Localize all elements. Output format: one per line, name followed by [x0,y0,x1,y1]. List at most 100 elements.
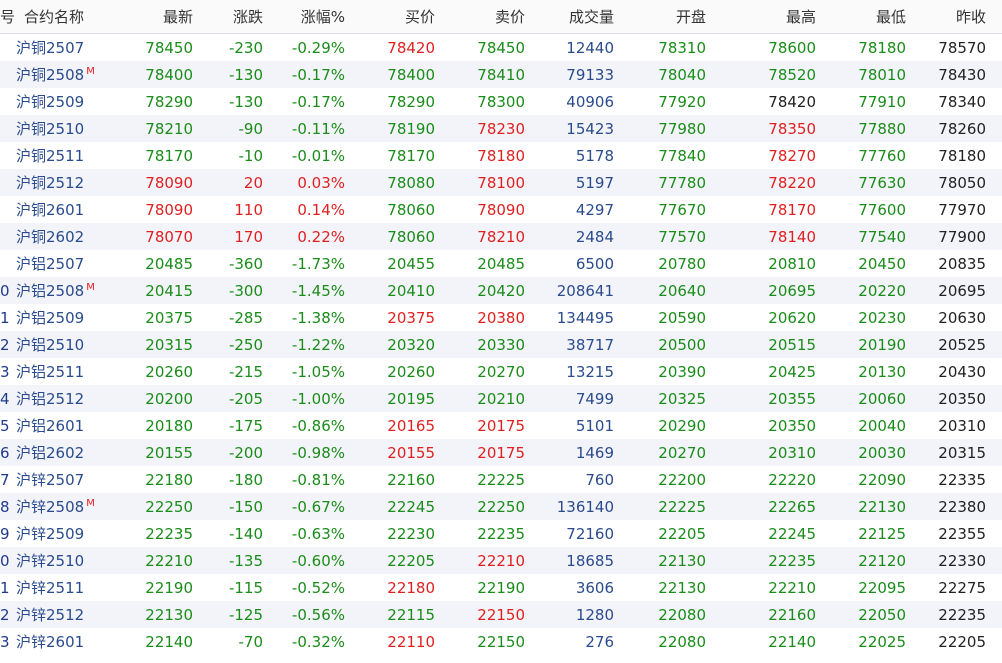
contract-name-text: 沪铜2511 [16,147,85,165]
cell-contract-name[interactable]: 沪铜2602 [14,226,118,247]
table-row[interactable]: 5 沪铝2601 20180 -175 -0.86% 20165 20175 5101 2029… [0,412,1002,439]
cell-change: -230 [228,38,263,57]
cell-row-number: 1 [0,578,10,597]
cell-bid: 78060 [387,200,435,219]
cell-contract-name[interactable]: 沪铜2512 [14,172,118,193]
cell-contract-name[interactable]: 沪铜2511 [14,145,118,166]
cell-contract-name[interactable]: 沪铜2601 [14,199,118,220]
cell-low: 22125 [858,524,906,543]
cell-last: 20260 [145,362,193,381]
cell-last: 20485 [145,254,193,273]
table-row[interactable]: 沪铜2508 M 78400 -130 -0.17% 78400 78410 79133 780… [0,61,1002,88]
cell-high: 20310 [768,443,816,462]
cell-change: -360 [228,254,263,273]
table-row[interactable]: 沪铝2507 20485 -360 -1.73% 20455 20485 6500 20780… [0,250,1002,277]
table-row[interactable]: 沪铜2510 78210 -90 -0.11% 78190 78230 15423 77980… [0,115,1002,142]
col-header-bid[interactable]: 买价 [345,6,435,27]
cell-contract-name[interactable]: 沪锌2511 [14,577,118,598]
cell-high: 22210 [768,578,816,597]
cell-volume: 18685 [566,551,614,570]
cell-contract-name[interactable]: 沪铜2507 [14,37,118,58]
cell-volume: 4297 [575,200,614,219]
cell-contract-name[interactable]: 沪铜2508 M [14,64,118,85]
cell-last: 22180 [145,470,193,489]
cell-ask: 78100 [477,173,525,192]
cell-volume: 13215 [566,362,614,381]
table-row[interactable]: 沪铜2509 78290 -130 -0.17% 78290 78300 40906 7792… [0,88,1002,115]
cell-change: -250 [228,335,263,354]
cell-low: 22095 [858,578,906,597]
cell-contract-name[interactable]: 沪锌2510 [14,550,118,571]
col-header-prev-close[interactable]: 昨收 [906,6,986,27]
table-row[interactable]: 2 沪锌2512 22130 -125 -0.56% 22115 22150 1280 2208… [0,601,1002,628]
col-header-open[interactable]: 开盘 [614,6,706,27]
cell-contract-name[interactable]: 沪铝2512 [14,388,118,409]
cell-last: 78090 [145,200,193,219]
table-row[interactable]: 1 沪锌2511 22190 -115 -0.52% 22180 22190 3606 2213… [0,574,1002,601]
cell-contract-name[interactable]: 沪锌2507 [14,469,118,490]
table-row[interactable]: 1 沪铝2509 20375 -285 -1.38% 20375 20380 134495 20… [0,304,1002,331]
cell-ask: 78410 [477,65,525,84]
table-row[interactable]: 0 沪铝2508 M 20415 -300 -1.45% 20410 20420 208641 2… [0,277,1002,304]
table-row[interactable]: 0 沪锌2510 22210 -135 -0.60% 22205 22210 18685 221… [0,547,1002,574]
table-row[interactable]: 9 沪锌2509 22235 -140 -0.63% 22230 22235 72160 222… [0,520,1002,547]
cell-change: -300 [228,281,263,300]
cell-change: -125 [228,605,263,624]
table-row[interactable]: 3 沪锌2601 22140 -70 -0.32% 22110 22150 276 22080 2… [0,628,1002,655]
table-row[interactable]: 6 沪铝2602 20155 -200 -0.98% 20155 20175 1469 2027… [0,439,1002,466]
cell-last: 20315 [145,335,193,354]
cell-low: 77910 [858,92,906,111]
cell-change: -130 [228,92,263,111]
cell-contract-name[interactable]: 沪铜2510 [14,118,118,139]
cell-row-number: 3 [0,632,10,651]
cell-open: 22225 [658,497,706,516]
cell-last: 22130 [145,605,193,624]
col-header-low[interactable]: 最低 [816,6,906,27]
cell-contract-name[interactable]: 沪铝2510 [14,334,118,355]
cell-change: -150 [228,497,263,516]
col-header-no[interactable]: 号 [0,6,14,27]
cell-bid: 22160 [387,470,435,489]
table-row[interactable]: 沪铜2511 78170 -10 -0.01% 78170 78180 5178 77840 7… [0,142,1002,169]
table-row[interactable]: 3 沪铝2511 20260 -215 -1.05% 20260 20270 13215 203… [0,358,1002,385]
cell-contract-name[interactable]: 沪锌2512 [14,604,118,625]
table-row[interactable]: 8 沪锌2508 M 22250 -150 -0.67% 22245 22250 136140 2… [0,493,1002,520]
col-header-high[interactable]: 最高 [706,6,816,27]
table-row[interactable]: 沪铜2507 78450 -230 -0.29% 78420 78450 12440 7831… [0,34,1002,61]
cell-contract-name[interactable]: 沪铝2507 [14,253,118,274]
cell-contract-name[interactable]: 沪铝2511 [14,361,118,382]
cell-change-pct: -0.63% [291,524,345,543]
table-row[interactable]: 2 沪铝2510 20315 -250 -1.22% 20320 20330 38717 205… [0,331,1002,358]
cell-volume: 12440 [566,38,614,57]
cell-last: 20375 [145,308,193,327]
cell-contract-name[interactable]: 沪锌2509 [14,523,118,544]
cell-change-pct: -0.60% [291,551,345,570]
col-header-name[interactable]: 合约名称 [14,6,118,27]
cell-volume: 5197 [575,173,614,192]
cell-contract-name[interactable]: 沪锌2601 [14,631,118,652]
table-row[interactable]: 沪铜2602 78070 170 0.22% 78060 78210 2484 77570 78… [0,223,1002,250]
cell-contract-name[interactable]: 沪铝2602 [14,442,118,463]
cell-last: 78450 [145,38,193,57]
col-header-volume[interactable]: 成交量 [525,6,614,27]
cell-contract-name[interactable]: 沪铝2509 [14,307,118,328]
table-row[interactable]: 4 沪铝2512 20200 -205 -1.00% 20195 20210 7499 2032… [0,385,1002,412]
cell-low: 22130 [858,497,906,516]
col-header-ask[interactable]: 卖价 [435,6,525,27]
cell-open: 78310 [658,38,706,57]
col-header-last[interactable]: 最新 [118,6,193,27]
col-header-change[interactable]: 涨跌 [193,6,263,27]
cell-open: 22130 [658,551,706,570]
cell-prev-close: 20525 [938,335,986,354]
table-row[interactable]: 沪铜2512 78090 20 0.03% 78080 78100 5197 77780 782… [0,169,1002,196]
cell-contract-name[interactable]: 沪铝2601 [14,415,118,436]
cell-contract-name[interactable]: 沪铝2508 M [14,280,118,301]
cell-contract-name[interactable]: 沪锌2508 M [14,496,118,517]
table-row[interactable]: 7 沪锌2507 22180 -180 -0.81% 22160 22225 760 22200… [0,466,1002,493]
table-row[interactable]: 沪铜2601 78090 110 0.14% 78060 78090 4297 77670 78… [0,196,1002,223]
cell-low: 78010 [858,65,906,84]
cell-contract-name[interactable]: 沪铜2509 [14,91,118,112]
col-header-change-pct[interactable]: 涨幅% [263,6,345,27]
cell-high: 20695 [768,281,816,300]
cell-prev-close: 22355 [938,524,986,543]
